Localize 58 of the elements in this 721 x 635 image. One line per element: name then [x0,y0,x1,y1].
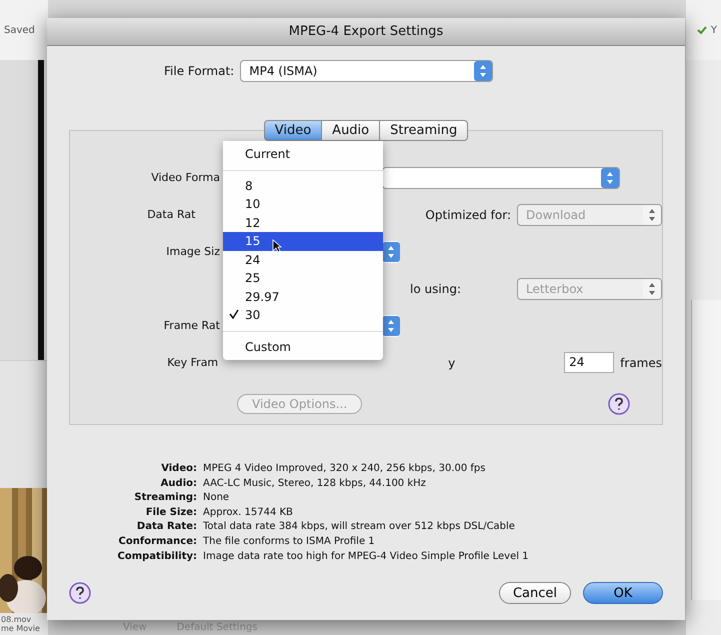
input-field[interactable]: 24 [564,352,614,373]
menu-item[interactable]: 25 [223,269,383,288]
field-label: lo using: [410,282,461,296]
popup-button[interactable] [382,240,400,262]
window-title: MPEG-4 Export Settings [47,18,685,46]
summary-label: Data Rate: [136,520,197,534]
field-label: Key Fram [166,356,218,369]
menu-item[interactable]: Current [223,145,383,164]
ok-button[interactable]: OK [583,582,663,604]
popup-arrows-icon [643,204,661,224]
field-label: Frame Rat [162,319,220,332]
video-format-popup[interactable] [382,166,620,188]
status-label: Saved [4,24,35,36]
summary-label: File Size: [144,506,197,520]
summary-label: Compatibility: [116,550,197,564]
menu-item[interactable]: 12 [223,214,383,232]
field-label: File Format: [164,64,234,78]
tab[interactable]: Video [264,120,322,141]
popup-arrows-icon [643,278,661,298]
file-name: 08.mov [1,615,32,624]
help-icon[interactable] [608,392,630,414]
menu-item[interactable]: 10 [223,195,383,214]
summary-label: Video: [160,462,197,476]
popup-button[interactable] [382,314,400,336]
summary-value: The file conforms to ISMA Profile 1 [203,534,376,549]
popup-arrows-icon [474,61,492,81]
summary-value: None [203,491,230,506]
summary-value: Image data rate too high for MPEG-4 Video Simple Profile Level 1 [203,550,530,564]
summary-value: MPEG 4 Video Improved, 320 x 240, 256 kbps, 30.00 fps [203,462,486,476]
menu-item[interactable]: 24 [223,250,383,269]
menu-item[interactable]: 15 [223,232,383,250]
summary-value: AAC-LC Music, Stereo, 128 kbps, 44.100 kHz [203,476,427,491]
summary-label: Audio: [160,476,197,491]
cancel-button[interactable]: Cancel [499,582,571,604]
popup-arrows-icon [601,168,619,188]
menu-item[interactable]: 8 [223,176,383,195]
help-icon[interactable] [69,582,91,604]
menu-item[interactable]: 30 [223,306,383,324]
summary-value: Approx. 15744 KB [203,506,294,520]
checkmark-icon [229,309,239,320]
file-caption: me Movie [1,624,41,633]
check-icon [696,26,707,34]
tab[interactable]: Audio [322,120,380,141]
cursor-icon [272,239,282,254]
menu-item[interactable]: 29.97 [223,288,383,306]
tab[interactable]: Streaming [380,120,468,141]
field-label: Image Siz [165,245,220,258]
field-label: Optimized for: [425,208,511,222]
status-label: Y [710,24,717,36]
menu-item[interactable]: Custom [223,338,383,356]
field-label: Data Rat [146,208,196,221]
field-label: y [448,356,456,370]
summary-label: Streaming: [133,491,197,506]
summary-value: Total data rate 384 kbps, will stream over 512 kbps DSL/Cable [203,520,516,534]
unit-label: frames [620,356,662,370]
field-label: Video Forma [150,171,220,184]
file-format-popup[interactable]: MP4 (ISMA) [240,60,494,82]
summary-label: Conformance: [118,534,197,549]
